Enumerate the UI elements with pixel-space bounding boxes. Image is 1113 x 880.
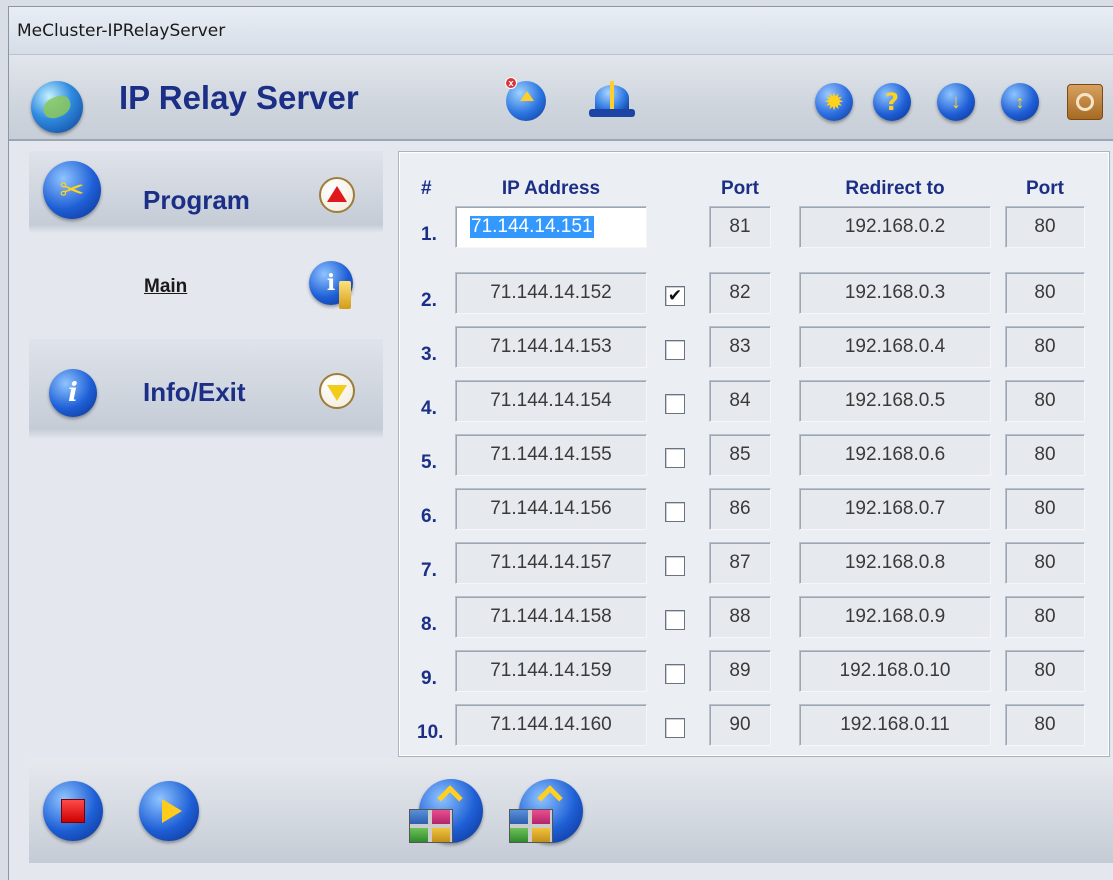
sidebar: ✂ Program Main i i Info/Exit bbox=[9, 143, 389, 763]
port-field[interactable]: 84 bbox=[709, 380, 771, 422]
redirect-port-field[interactable]: 80 bbox=[1005, 206, 1085, 248]
updown-icon[interactable]: ↕ bbox=[1001, 83, 1039, 121]
enable-checkbox[interactable] bbox=[665, 610, 685, 630]
redirect-port-field[interactable]: 80 bbox=[1005, 380, 1085, 422]
info-exit-label: Info/Exit bbox=[143, 377, 246, 407]
port-field[interactable]: 88 bbox=[709, 596, 771, 638]
disconnect-badge-icon: x bbox=[505, 77, 517, 89]
collapse-up-icon[interactable] bbox=[319, 177, 355, 213]
download-icon[interactable]: ↓ bbox=[937, 83, 975, 121]
row-number: 10. bbox=[417, 722, 444, 743]
enable-checkbox[interactable] bbox=[665, 556, 685, 576]
program-section[interactable]: ✂ Program bbox=[29, 151, 383, 233]
row-number: 8. bbox=[421, 614, 437, 635]
redirect-port-field[interactable]: 80 bbox=[1005, 704, 1085, 746]
enable-checkbox[interactable] bbox=[665, 394, 685, 414]
row-number: 5. bbox=[421, 452, 437, 473]
enable-checkbox[interactable] bbox=[665, 340, 685, 360]
window-title: MeCluster-IPRelayServer bbox=[17, 21, 226, 41]
header-port: Port bbox=[721, 178, 759, 199]
app-header: IP Relay Server x ✹ ? ↓ ↕ bbox=[9, 55, 1113, 141]
port-field[interactable]: 83 bbox=[709, 326, 771, 368]
network-up-icon-2[interactable] bbox=[509, 779, 583, 843]
enable-checkbox[interactable] bbox=[665, 718, 685, 738]
title-bar: MeCluster-IPRelayServer bbox=[9, 7, 1113, 55]
enable-checkbox[interactable] bbox=[665, 664, 685, 684]
row-number: 7. bbox=[421, 560, 437, 581]
header-ip: IP Address bbox=[501, 178, 601, 199]
ip-address-field[interactable]: 71.144.14.160 bbox=[455, 704, 647, 746]
redirect-port-field[interactable]: 80 bbox=[1005, 542, 1085, 584]
redirect-port-field[interactable]: 80 bbox=[1005, 596, 1085, 638]
selected-text: 71.144.14.151 bbox=[470, 216, 594, 238]
bottom-toolbar bbox=[29, 759, 1113, 863]
redirect-port-field[interactable]: 80 bbox=[1005, 326, 1085, 368]
play-icon[interactable] bbox=[139, 781, 199, 841]
redirect-field[interactable]: 192.168.0.2 bbox=[799, 206, 991, 248]
info-icon: i bbox=[49, 369, 97, 417]
redirect-field[interactable]: 192.168.0.8 bbox=[799, 542, 991, 584]
ip-address-field[interactable]: 71.144.14.153 bbox=[455, 326, 647, 368]
app-window: MeCluster-IPRelayServer IP Relay Server … bbox=[8, 6, 1113, 880]
row-number: 1. bbox=[421, 224, 437, 245]
ip-address-field[interactable]: 71.144.14.154 bbox=[455, 380, 647, 422]
relay-table: # IP Address Port Redirect to Port 1. 71.… bbox=[398, 151, 1110, 757]
pencil-icon bbox=[339, 281, 351, 309]
redirect-field[interactable]: 192.168.0.5 bbox=[799, 380, 991, 422]
info-exit-section[interactable]: i Info/Exit bbox=[29, 339, 383, 439]
tools-icon: ✂ bbox=[43, 161, 101, 219]
redirect-field[interactable]: 192.168.0.11 bbox=[799, 704, 991, 746]
expand-down-icon[interactable] bbox=[319, 373, 355, 409]
row-number: 6. bbox=[421, 506, 437, 527]
header-num: # bbox=[421, 178, 432, 199]
port-field[interactable]: 87 bbox=[709, 542, 771, 584]
redirect-port-field[interactable]: 80 bbox=[1005, 272, 1085, 314]
redirect-field[interactable]: 192.168.0.9 bbox=[799, 596, 991, 638]
row-number: 4. bbox=[421, 398, 437, 419]
program-label: Program bbox=[143, 185, 250, 215]
ip-address-field[interactable]: 71.144.14.152 bbox=[455, 272, 647, 314]
globe-icon bbox=[31, 81, 83, 133]
beacon-icon[interactable] bbox=[589, 81, 635, 121]
redirect-port-field[interactable]: 80 bbox=[1005, 650, 1085, 692]
enable-checkbox[interactable]: ✔ bbox=[665, 286, 685, 306]
gear-icon[interactable]: ✹ bbox=[815, 83, 853, 121]
stop-icon[interactable] bbox=[43, 781, 103, 841]
port-field[interactable]: 89 bbox=[709, 650, 771, 692]
header-port2: Port bbox=[1026, 178, 1064, 199]
ip-address-field[interactable]: 71.144.14.158 bbox=[455, 596, 647, 638]
help-icon[interactable]: ? bbox=[873, 83, 911, 121]
network-up-icon[interactable] bbox=[409, 779, 483, 843]
ip-address-field[interactable]: 71.144.14.157 bbox=[455, 542, 647, 584]
redirect-field[interactable]: 192.168.0.3 bbox=[799, 272, 991, 314]
enable-checkbox[interactable] bbox=[665, 502, 685, 522]
row-number: 3. bbox=[421, 344, 437, 365]
row-number: 9. bbox=[421, 668, 437, 689]
ip-address-field[interactable]: 71.144.14.155 bbox=[455, 434, 647, 476]
port-field[interactable]: 90 bbox=[709, 704, 771, 746]
row-number: 2. bbox=[421, 290, 437, 311]
redirect-field[interactable]: 192.168.0.7 bbox=[799, 488, 991, 530]
port-field[interactable]: 86 bbox=[709, 488, 771, 530]
redirect-port-field[interactable]: 80 bbox=[1005, 434, 1085, 476]
port-field[interactable]: 81 bbox=[709, 206, 771, 248]
main-link[interactable]: Main bbox=[144, 276, 187, 298]
port-field[interactable]: 82 bbox=[709, 272, 771, 314]
app-title: IP Relay Server bbox=[119, 79, 359, 116]
redirect-field[interactable]: 192.168.0.6 bbox=[799, 434, 991, 476]
port-field[interactable]: 85 bbox=[709, 434, 771, 476]
ip-address-field[interactable]: 71.144.14.156 bbox=[455, 488, 647, 530]
ip-address-field[interactable]: 71.144.14.159 bbox=[455, 650, 647, 692]
redirect-port-field[interactable]: 80 bbox=[1005, 488, 1085, 530]
power-icon[interactable] bbox=[1067, 84, 1103, 120]
enable-checkbox[interactable] bbox=[665, 448, 685, 468]
redirect-field[interactable]: 192.168.0.4 bbox=[799, 326, 991, 368]
ip-address-field[interactable]: 71.144.14.151 bbox=[455, 206, 647, 248]
redirect-field[interactable]: 192.168.0.10 bbox=[799, 650, 991, 692]
header-redirect: Redirect to bbox=[845, 178, 945, 199]
